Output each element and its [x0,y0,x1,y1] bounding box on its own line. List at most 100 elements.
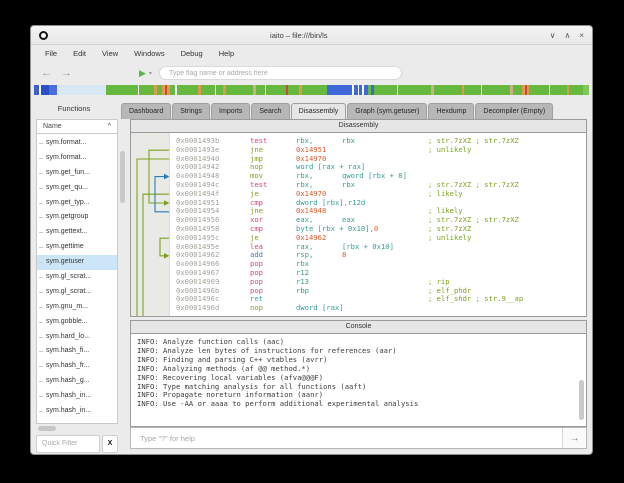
function-list-item[interactable]: sym.gettext... [37,225,117,240]
instruction-operand-2[interactable]: [rbx + 0x10] [342,243,394,252]
tab[interactable]: Graph (sym.getuser) [347,103,427,119]
tab[interactable]: Decompiler (Empty) [475,103,553,119]
function-list-item[interactable]: sym.gobble... [37,315,117,330]
close-button[interactable]: × [579,31,584,40]
disassembly-view: 0x0001493b test rbx, rbx ; str.7zXZ ; st… [130,133,587,317]
disassembly-row[interactable]: 0x0001493e jne 0x14951 ; unlikely [176,146,586,155]
console-output[interactable]: INFO: Analyze function calls (aac) INFO:… [130,334,587,427]
quick-filter-input[interactable] [36,435,100,453]
console-scrollbar-thumb[interactable] [579,380,584,420]
vertical-scrollbar[interactable] [119,119,126,454]
horizontal-scrollbar-thumb[interactable] [38,426,56,431]
menu-item[interactable]: Debug [173,47,211,60]
instruction-operand-1[interactable]: rbp [296,287,342,296]
function-list-item[interactable]: sym.hash_g... [37,374,117,389]
function-list-item[interactable]: sym.gl_scrat... [37,285,117,300]
menu-item[interactable]: Windows [126,47,172,60]
menu-item[interactable]: Edit [65,47,94,60]
clear-filter-button[interactable]: X [102,435,118,453]
console-panel-title[interactable]: Console [130,320,587,334]
title-bar[interactable]: iaito – file:///bin/ls ∨ ∧ × [31,26,592,45]
function-list-item[interactable]: sym.format... [37,151,117,166]
back-arrow-icon[interactable]: ← [41,68,52,79]
menu-item[interactable]: View [94,47,126,60]
instruction-comment: ; elf_shdr ; str.9__ap [428,295,523,304]
memory-segment [569,85,583,95]
instruction-operand-2[interactable]: 0 [374,225,378,234]
quick-filter-row: X [36,433,118,454]
tab[interactable]: Strings [172,103,210,119]
disassembly-row[interactable]: 0x00014951 cmp dword [rbx], r12d [176,199,586,208]
disassembly-row[interactable]: 0x00014940 jmp 0x14970 [176,155,586,164]
function-list-item[interactable]: sym.gnu_m... [37,300,117,315]
instruction-operand-1[interactable]: dword [rax] [296,304,344,313]
disassembly-row[interactable]: 0x00014962 add rsp, 8 [176,251,586,260]
function-list-item[interactable]: sym.hash_in... [37,404,117,419]
disassembly-row[interactable]: 0x0001494f je 0x14970 ; likely [176,190,586,199]
tab[interactable]: Imports [211,103,250,119]
horizontal-scrollbar[interactable] [36,425,118,432]
function-list-item[interactable]: sym.hash_fi... [37,344,117,359]
functions-column-header[interactable]: Name ^ [36,119,118,134]
function-list-item[interactable]: sym.get_qu... [37,181,117,196]
instruction-operand-2[interactable]: 8 [342,251,346,260]
function-list-item[interactable]: sym.hash_in... [37,389,117,404]
menu-item[interactable]: Help [211,47,242,60]
disassembly-panel-title[interactable]: Disassembly [130,119,587,133]
instruction-operand-2[interactable]: rbx [342,137,355,146]
chevron-down-icon[interactable]: ▾ [149,70,152,77]
function-list-item[interactable]: sym.getgroup [37,210,117,225]
function-list-item[interactable]: sym.gettime [37,240,117,255]
memory-map-bar[interactable] [34,85,589,95]
instruction-mnemonic[interactable]: nop [250,304,296,313]
disassembly-row[interactable]: 0x00014967 pop r12 [176,269,586,278]
flag-search-input[interactable] [159,66,402,80]
instruction-comment: ; unlikely [428,146,471,155]
function-list-item[interactable]: sym.gl_scrat... [37,270,117,285]
forward-arrow-icon[interactable]: → [61,68,72,79]
memory-segment [226,85,253,95]
memory-segment [464,85,481,95]
function-list-item[interactable]: sym.get_typ... [37,196,117,211]
memory-segment [216,85,223,95]
function-list-item[interactable]: sym.hard_lo... [37,330,117,345]
minimize-button[interactable]: ∨ [550,31,556,40]
function-list-item[interactable]: sym.get_fun... [37,166,117,181]
right-panels: Disassembly [130,119,587,449]
function-list-item[interactable]: sym.hash_fr... [37,359,117,374]
disassembly-row[interactable]: 0x00014954 jne 0x14948 ; likely [176,207,586,216]
disassembly-row[interactable]: 0x00014956 xor eax, eax ; str.7zXZ ; str… [176,216,586,225]
vertical-scrollbar-thumb[interactable] [120,151,125,203]
disassembly-row[interactable]: 0x0001494c test rbx, rbx ; str.7zXZ ; st… [176,181,586,190]
disassembly-row[interactable]: 0x0001496b pop rbp ; elf_phdr [176,287,586,296]
disassembly-row[interactable]: 0x0001496c ret ; elf_shdr ; str.9__ap [176,295,586,304]
disassembly-row[interactable]: 0x00014966 pop rbx [176,260,586,269]
memory-segment [57,85,106,95]
tab[interactable]: Search [251,103,289,119]
disassembly-row[interactable]: 0x0001495e lea rax, [rbx + 0x10] [176,243,586,252]
function-list-item[interactable]: sym.getuser [37,255,117,270]
maximize-button[interactable]: ∧ [564,31,570,40]
tab[interactable]: Dashboard [121,103,171,119]
disassembly-row[interactable]: 0x00014969 pop r13 ; rip [176,278,586,287]
console-command-input[interactable] [131,428,562,448]
instruction-address[interactable]: 0x0001496d [176,304,250,313]
tab[interactable]: Hexdump [428,103,474,119]
function-list-item[interactable]: sym.format... [37,136,117,151]
disassembly-row[interactable]: 0x00014958 cmp byte [rbx + 0x10], 0 ; st… [176,225,586,234]
functions-dock-title[interactable]: Functions [31,104,117,119]
console-send-button[interactable]: → [562,428,586,448]
continue-play-icon[interactable]: ▶ [139,68,146,79]
disassembly-row[interactable]: 0x0001496d nop dword [rax] [176,304,586,313]
menu-item[interactable]: File [37,47,65,60]
disassembly-row[interactable]: 0x0001493b test rbx, rbx ; str.7zXZ ; st… [176,137,586,146]
column-header-label: Name [43,123,62,130]
instruction-operand-2[interactable]: r12d [348,199,365,208]
window-title: iaito – file:///bin/ls [48,31,550,40]
instruction-operand-2[interactable]: rbx [342,181,355,190]
tab-row: Functions Dashboard Strings Imports Sear… [31,97,592,119]
disassembly-row[interactable]: 0x00014948 mov rbx, qword [rbx + 8] [176,172,586,181]
instruction-comment: ; likely [428,190,463,199]
sort-ascending-icon[interactable]: ^ [108,123,111,130]
tab[interactable]: Disassembly [291,103,347,119]
